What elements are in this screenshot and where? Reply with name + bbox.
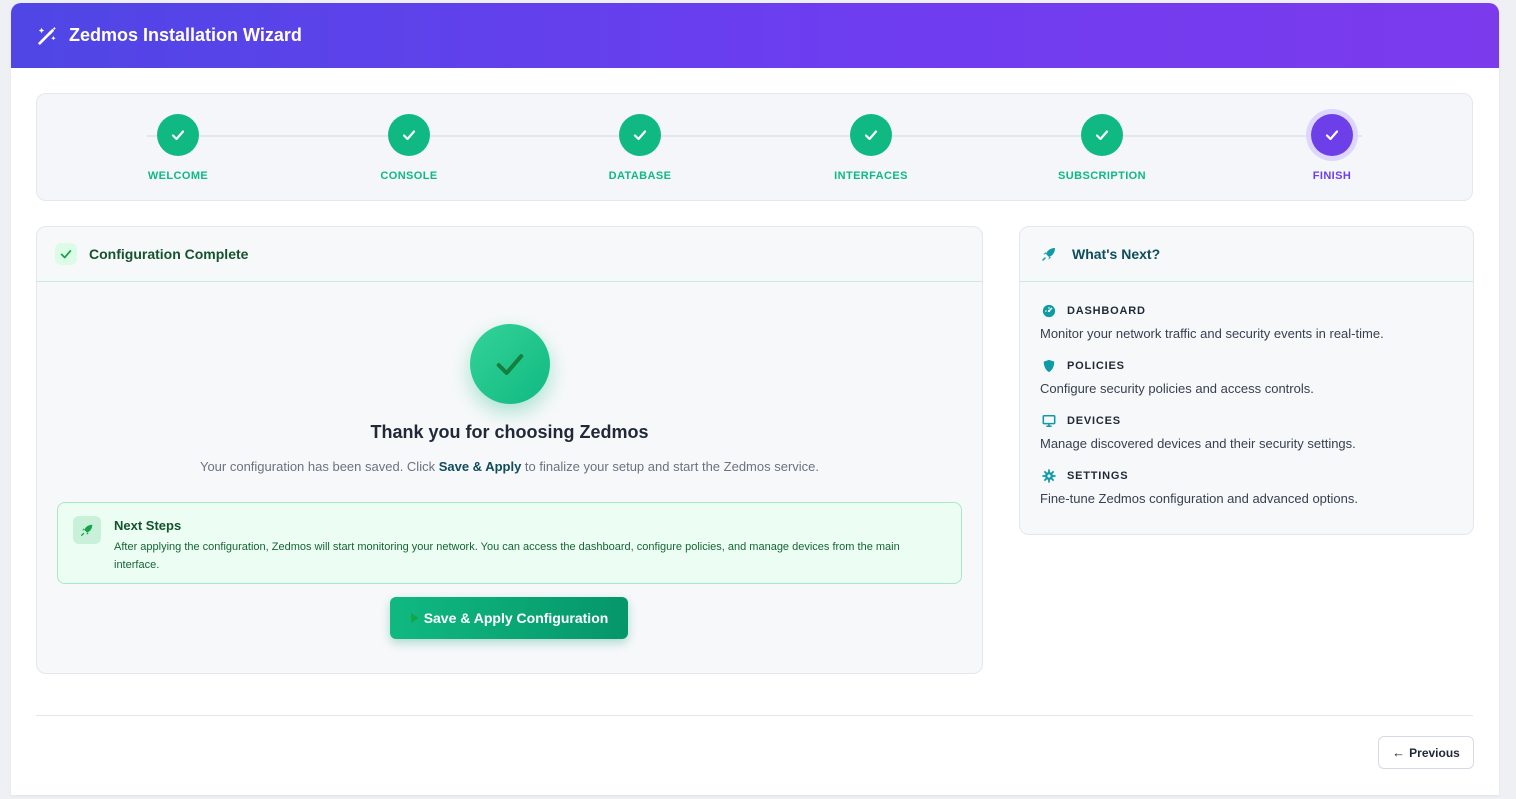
previous-button[interactable]: ← Previous	[1378, 736, 1474, 769]
check-icon	[402, 130, 416, 141]
next-steps-text: After applying the configuration, Zedmos…	[114, 541, 900, 571]
footer-divider	[36, 715, 1473, 716]
list-item-settings: SETTINGS Fine-tune Zedmos configuration …	[1040, 467, 1453, 522]
check-icon	[864, 130, 878, 141]
step-finish[interactable]: FINISH	[1272, 114, 1392, 182]
step-label: WELCOME	[147, 170, 209, 182]
saved-message-suffix: to finalize your setup and start the Zed…	[521, 459, 820, 474]
saved-message-prefix: Your configuration has been saved. Click	[199, 459, 439, 474]
step-welcome[interactable]: WELCOME	[118, 114, 238, 182]
success-check-icon	[470, 324, 550, 404]
step-done-indicator	[157, 114, 199, 156]
card-title: Configuration Complete	[89, 246, 249, 262]
wizard-title: Zedmos Installation Wizard	[69, 25, 302, 45]
wizard-window: Zedmos Installation Wizard WELCOME CONSO…	[11, 3, 1499, 795]
card-title: What's Next?	[1072, 246, 1161, 262]
step-database[interactable]: DATABASE	[580, 114, 700, 182]
step-subscription[interactable]: SUBSCRIPTION	[1042, 114, 1162, 182]
whats-next-list: DASHBOARD Monitor your network traffic a…	[1020, 282, 1473, 522]
step-done-indicator	[1081, 114, 1123, 156]
item-name: DEVICES	[1067, 415, 1121, 427]
saved-message-emphasis: Save & Apply	[438, 459, 522, 474]
save-apply-label: Save & Apply Configuration	[423, 610, 609, 626]
gauge-icon	[1042, 304, 1056, 318]
magic-wand-icon	[38, 26, 56, 45]
step-label: INTERFACES	[834, 170, 908, 182]
arrow-left-icon: ←	[1392, 745, 1406, 760]
step-label: DATABASE	[608, 170, 672, 182]
stepper-track	[147, 135, 1362, 137]
play-icon	[410, 613, 419, 623]
monitor-icon	[1042, 414, 1056, 428]
step-interfaces[interactable]: INTERFACES	[811, 114, 931, 182]
thank-you-heading: Thank you for choosing Zedmos	[370, 422, 649, 442]
step-done-indicator	[850, 114, 892, 156]
list-item-devices: DEVICES Manage discovered devices and th…	[1040, 412, 1453, 467]
step-console[interactable]: CONSOLE	[349, 114, 469, 182]
list-item-policies: POLICIES Configure security policies and…	[1040, 357, 1453, 412]
previous-label: Previous	[1409, 745, 1460, 760]
check-icon	[1095, 130, 1109, 141]
step-label: CONSOLE	[380, 170, 438, 182]
next-steps-title: Next Steps	[114, 518, 182, 533]
item-description: Fine-tune Zedmos configuration and advan…	[1040, 491, 1358, 506]
rocket-icon	[73, 516, 101, 544]
step-done-indicator	[388, 114, 430, 156]
wizard-header: Zedmos Installation Wizard	[11, 3, 1499, 68]
saved-message: Your configuration has been saved. Click…	[37, 459, 982, 474]
configuration-complete-card: Configuration Complete Thank you for cho…	[36, 226, 983, 674]
step-label: FINISH	[1312, 170, 1352, 182]
gear-icon	[1042, 469, 1056, 483]
card-header: What's Next?	[1020, 227, 1473, 282]
card-header: Configuration Complete	[37, 227, 982, 282]
item-name: DASHBOARD	[1067, 305, 1146, 317]
item-description: Configure security policies and access c…	[1040, 381, 1314, 396]
check-icon	[633, 130, 647, 141]
check-icon	[55, 243, 77, 265]
step-label: SUBSCRIPTION	[1058, 170, 1146, 182]
item-name: SETTINGS	[1067, 470, 1129, 482]
step-done-indicator	[619, 114, 661, 156]
next-steps-callout: Next Steps After applying the configurat…	[57, 502, 962, 584]
check-icon	[171, 130, 185, 141]
wizard-stepper: WELCOME CONSOLE DATABASE INTERFACES SUBS…	[36, 93, 1473, 201]
item-description: Monitor your network traffic and securit…	[1040, 326, 1384, 341]
save-apply-button[interactable]: Save & Apply Configuration	[390, 597, 628, 639]
list-item-dashboard: DASHBOARD Monitor your network traffic a…	[1040, 302, 1453, 357]
check-icon	[1325, 130, 1339, 141]
item-description: Manage discovered devices and their secu…	[1040, 436, 1356, 451]
rocket-icon	[1038, 243, 1060, 265]
step-active-indicator	[1311, 114, 1353, 156]
item-name: POLICIES	[1067, 360, 1125, 372]
shield-icon	[1043, 359, 1055, 373]
whats-next-card: What's Next? DASHBOARD Monitor your netw…	[1019, 226, 1474, 535]
